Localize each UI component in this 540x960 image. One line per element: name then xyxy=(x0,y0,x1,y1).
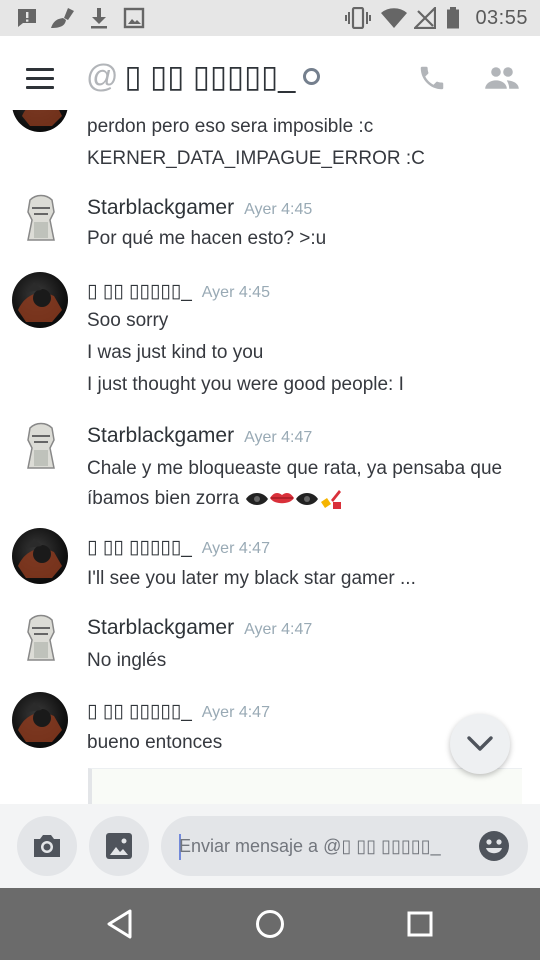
gallery-button[interactable] xyxy=(89,816,149,876)
channel-title: @ ▯ ▯▯ ▯▯▯▯▯_ xyxy=(86,58,321,95)
avatar[interactable] xyxy=(12,110,68,132)
message-header: Starblackgamer Ayer 4:47 xyxy=(87,616,312,640)
download-icon xyxy=(89,7,109,29)
gallery-icon xyxy=(106,833,132,859)
message-text-row: íbamos bien zorra xyxy=(87,488,343,510)
eye-emoji xyxy=(296,493,319,505)
wifi-icon xyxy=(380,7,408,29)
message-header: ▯ ▯▯ ▯▯▯▯▯_ Ayer 4:47 xyxy=(87,700,270,723)
avatar[interactable] xyxy=(12,418,68,474)
back-icon[interactable] xyxy=(100,906,140,942)
message-text: KERNER_DATA_IMPAGUE_ERROR :C xyxy=(87,148,425,169)
message-author[interactable]: Starblackgamer xyxy=(87,424,234,448)
eye-emoji xyxy=(246,493,269,505)
message-text: íbamos bien zorra xyxy=(87,488,240,509)
avatar[interactable] xyxy=(12,272,68,328)
avatar[interactable] xyxy=(12,610,68,666)
vibrate-icon xyxy=(344,7,372,29)
message-text: I just thought you were good people: I xyxy=(87,374,404,395)
clock: 03:55 xyxy=(475,7,528,29)
message-list[interactable]: perdon pero eso sera imposible :c KERNER… xyxy=(0,110,540,804)
message-header: ▯ ▯▯ ▯▯▯▯▯_ Ayer 4:47 xyxy=(87,536,270,559)
emoji-icon[interactable] xyxy=(478,830,510,862)
emoji-row xyxy=(245,488,343,510)
message-text: I was just kind to you xyxy=(87,342,264,363)
message-timestamp: Ayer 4:47 xyxy=(244,621,313,638)
avatar[interactable] xyxy=(12,528,68,584)
image-icon xyxy=(123,7,145,29)
avatar[interactable] xyxy=(12,692,68,748)
message-author[interactable]: Starblackgamer xyxy=(87,616,234,640)
broom-icon xyxy=(50,7,76,29)
status-bar: 03:55 xyxy=(0,0,540,36)
embed-preview[interactable] xyxy=(88,768,522,804)
recents-icon[interactable] xyxy=(400,906,440,942)
members-icon[interactable] xyxy=(484,60,520,96)
message-timestamp: Ayer 4:45 xyxy=(244,201,313,218)
offline-status-icon xyxy=(303,68,321,85)
message-author[interactable]: ▯ ▯▯ ▯▯▯▯▯_ xyxy=(87,700,192,723)
battery-icon xyxy=(446,7,460,29)
message-header: ▯ ▯▯ ▯▯▯▯▯_ Ayer 4:45 xyxy=(87,280,270,303)
message-composer xyxy=(0,804,540,888)
chevron-down-icon xyxy=(467,736,493,751)
message-header: Starblackgamer Ayer 4:47 xyxy=(87,424,312,448)
message-author[interactable]: ▯ ▯▯ ▯▯▯▯▯_ xyxy=(87,280,192,303)
nail-polish-emoji xyxy=(321,490,342,509)
message-header: Starblackgamer Ayer 4:45 xyxy=(87,196,312,220)
lips-emoji xyxy=(270,493,295,504)
message-timestamp: Ayer 4:47 xyxy=(201,540,270,557)
message-alert-icon xyxy=(16,7,38,29)
no-signal-icon xyxy=(414,7,436,29)
message-text: Por qué me hacen esto? >:u xyxy=(87,228,327,249)
message-input-container[interactable] xyxy=(161,816,528,876)
camera-icon xyxy=(34,835,60,857)
phone-icon[interactable] xyxy=(414,60,450,96)
avatar[interactable] xyxy=(12,190,68,246)
message-input[interactable] xyxy=(179,830,469,862)
message-timestamp: Ayer 4:47 xyxy=(244,429,313,446)
home-icon[interactable] xyxy=(250,906,290,942)
message-text: Chale y me bloqueaste que rata, ya pensa… xyxy=(87,458,503,479)
message-text: I'll see you later my black star gamer .… xyxy=(87,568,416,589)
at-symbol: @ xyxy=(86,58,119,94)
message-text: perdon pero eso sera imposible :c xyxy=(87,116,374,137)
message-text: Soo sorry xyxy=(87,310,169,331)
message-author[interactable]: Starblackgamer xyxy=(87,196,234,220)
jump-to-latest-button[interactable] xyxy=(450,714,510,774)
message-timestamp: Ayer 4:45 xyxy=(201,284,270,301)
message-text: bueno entonces xyxy=(87,732,223,753)
channel-header: @ ▯ ▯▯ ▯▯▯▯▯_ xyxy=(0,36,540,120)
camera-button[interactable] xyxy=(17,816,77,876)
menu-icon[interactable] xyxy=(26,68,56,90)
message-timestamp: Ayer 4:47 xyxy=(201,704,270,721)
channel-name: ▯ ▯▯ ▯▯▯▯▯_ xyxy=(124,58,296,94)
system-nav-bar xyxy=(0,888,540,960)
message-author[interactable]: ▯ ▯▯ ▯▯▯▯▯_ xyxy=(87,536,192,559)
message-text: No inglés xyxy=(87,650,167,671)
